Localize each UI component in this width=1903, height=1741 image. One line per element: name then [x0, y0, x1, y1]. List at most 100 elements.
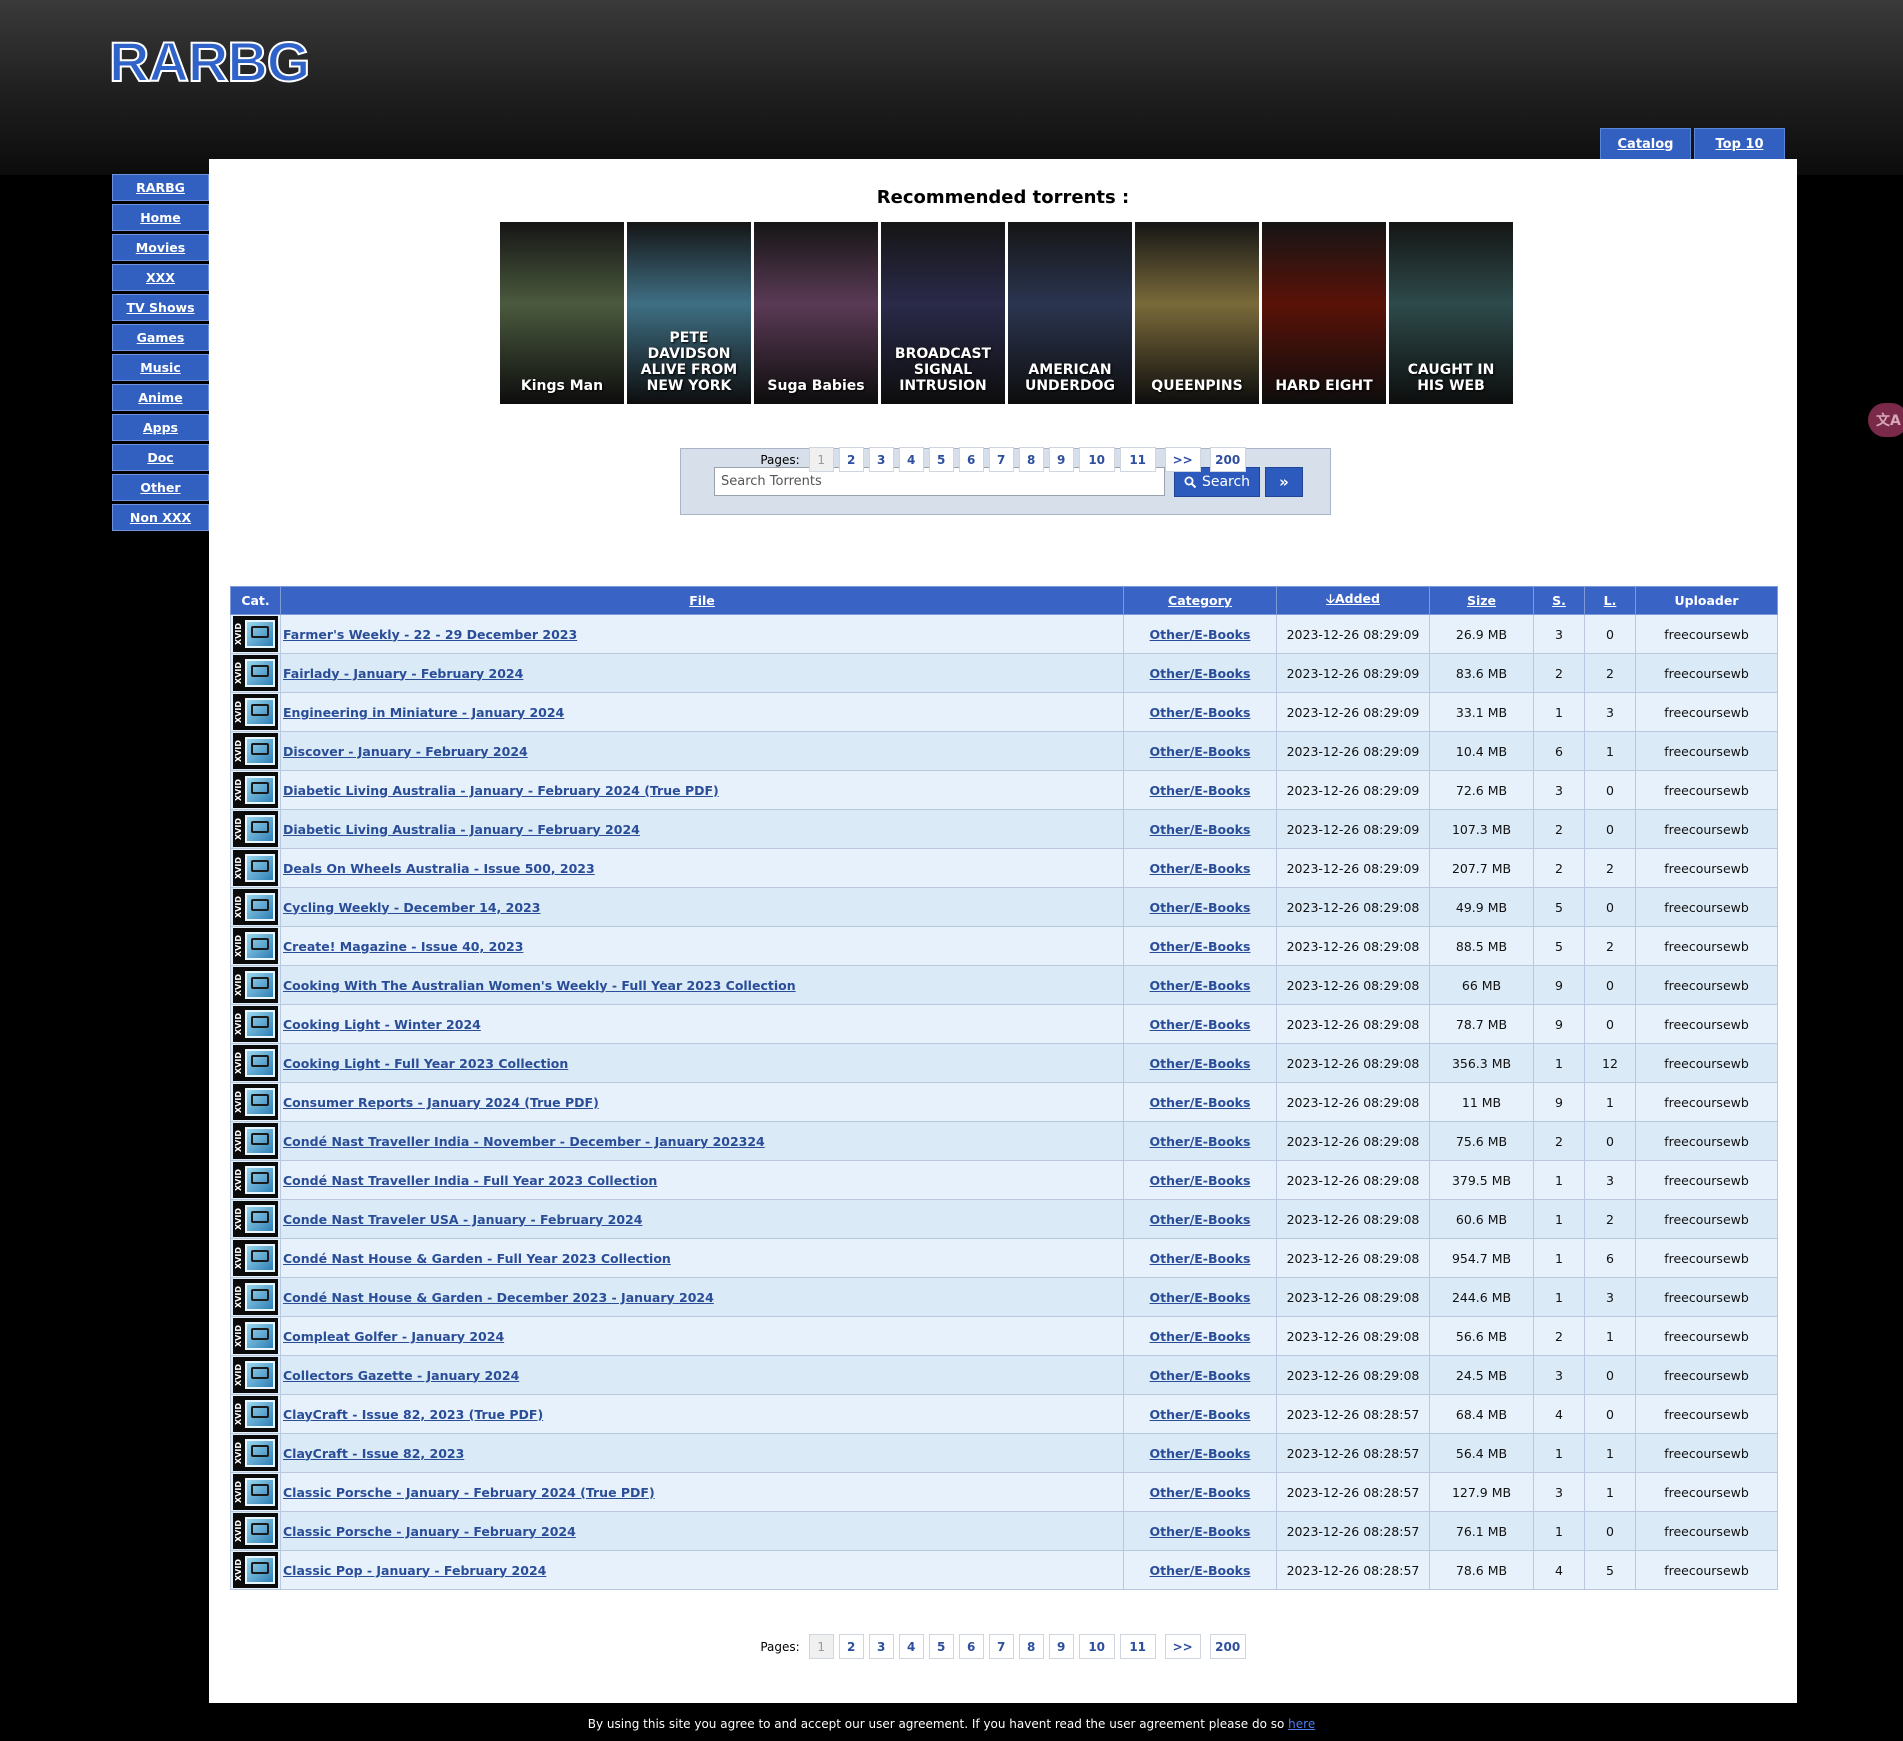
recommended-poster[interactable]: QUEENPINS: [1135, 222, 1259, 404]
torrent-link[interactable]: Cooking Light - Full Year 2023 Collectio…: [283, 1056, 568, 1071]
page-link-7[interactable]: 7: [988, 1634, 1014, 1659]
recommended-poster[interactable]: Suga Babies: [754, 222, 878, 404]
category-link[interactable]: Other/E-Books: [1150, 1368, 1251, 1383]
page-link-3[interactable]: 3: [868, 1634, 894, 1659]
category-link[interactable]: Other/E-Books: [1150, 783, 1251, 798]
torrent-link[interactable]: Compleat Golfer - January 2024: [283, 1329, 504, 1344]
torrent-link[interactable]: Fairlady - January - February 2024: [283, 666, 523, 681]
category-link[interactable]: Other/E-Books: [1150, 1563, 1251, 1578]
torrent-link[interactable]: Conde Nast Traveler USA - January - Febr…: [283, 1212, 642, 1227]
page-link-4[interactable]: 4: [898, 447, 924, 472]
category-link[interactable]: Other/E-Books: [1150, 1056, 1251, 1071]
category-link[interactable]: Other/E-Books: [1150, 978, 1251, 993]
recommended-poster[interactable]: BROADCAST SIGNAL INTRUSION: [881, 222, 1005, 404]
site-logo[interactable]: RARBG: [108, 29, 311, 94]
category-link[interactable]: Other/E-Books: [1150, 1095, 1251, 1110]
torrent-link[interactable]: Engineering in Miniature - January 2024: [283, 705, 564, 720]
torrent-link[interactable]: Collectors Gazette - January 2024: [283, 1368, 519, 1383]
category-link[interactable]: Other/E-Books: [1150, 1173, 1251, 1188]
category-link[interactable]: Other/E-Books: [1150, 1212, 1251, 1227]
page-link-10[interactable]: 10: [1078, 447, 1115, 472]
sidebar-item-rarbg[interactable]: RARBG: [112, 174, 209, 201]
category-link[interactable]: Other/E-Books: [1150, 705, 1251, 720]
xvid-category-icon[interactable]: XVID: [233, 694, 278, 730]
xvid-category-icon[interactable]: XVID: [233, 967, 278, 1003]
torrent-link[interactable]: ClayCraft - Issue 82, 2023 (True PDF): [283, 1407, 543, 1422]
recommended-poster[interactable]: PETE DAVIDSON ALIVE FROM NEW YORK: [627, 222, 751, 404]
footer-agreement-link[interactable]: here: [1288, 1717, 1315, 1731]
page-link-9[interactable]: 9: [1048, 447, 1074, 472]
category-link[interactable]: Other/E-Books: [1150, 627, 1251, 642]
category-link[interactable]: Other/E-Books: [1150, 1251, 1251, 1266]
xvid-category-icon[interactable]: XVID: [233, 1396, 278, 1432]
xvid-category-icon[interactable]: XVID: [233, 1240, 278, 1276]
page-link-5[interactable]: 5: [928, 447, 954, 472]
recommended-poster[interactable]: AMERICAN UNDERDOG: [1008, 222, 1132, 404]
category-link[interactable]: Other/E-Books: [1150, 1017, 1251, 1032]
page-next-link[interactable]: >>: [1164, 1634, 1201, 1659]
category-link[interactable]: Other/E-Books: [1150, 1329, 1251, 1344]
column-header-leechers[interactable]: L.: [1584, 586, 1636, 615]
torrent-link[interactable]: Classic Porsche - January - February 202…: [283, 1485, 655, 1500]
torrent-link[interactable]: Deals On Wheels Australia - Issue 500, 2…: [283, 861, 595, 876]
page-last-link[interactable]: 200: [1209, 447, 1246, 472]
xvid-category-icon[interactable]: XVID: [233, 1006, 278, 1042]
xvid-category-icon[interactable]: XVID: [233, 1357, 278, 1393]
xvid-category-icon[interactable]: XVID: [233, 655, 278, 691]
torrent-link[interactable]: Cooking With The Australian Women's Week…: [283, 978, 796, 993]
xvid-category-icon[interactable]: XVID: [233, 1045, 278, 1081]
sidebar-item-doc[interactable]: Doc: [112, 444, 209, 471]
xvid-category-icon[interactable]: XVID: [233, 616, 278, 652]
column-header-category[interactable]: Category: [1123, 586, 1277, 615]
torrent-link[interactable]: ClayCraft - Issue 82, 2023: [283, 1446, 464, 1461]
column-header-seeders[interactable]: S.: [1533, 586, 1585, 615]
page-next-link[interactable]: >>: [1164, 447, 1201, 472]
page-last-link[interactable]: 200: [1209, 1634, 1246, 1659]
page-link-7[interactable]: 7: [988, 447, 1014, 472]
category-link[interactable]: Other/E-Books: [1150, 1134, 1251, 1149]
page-link-5[interactable]: 5: [928, 1634, 954, 1659]
xvid-category-icon[interactable]: XVID: [233, 1201, 278, 1237]
xvid-category-icon[interactable]: XVID: [233, 1552, 278, 1588]
category-link[interactable]: Other/E-Books: [1150, 1485, 1251, 1500]
column-header-file[interactable]: File: [280, 586, 1124, 615]
sidebar-item-xxx[interactable]: XXX: [112, 264, 209, 291]
xvid-category-icon[interactable]: XVID: [233, 1318, 278, 1354]
category-link[interactable]: Other/E-Books: [1150, 1524, 1251, 1539]
xvid-category-icon[interactable]: XVID: [233, 733, 278, 769]
sidebar-item-tv-shows[interactable]: TV Shows: [112, 294, 209, 321]
page-link-9[interactable]: 9: [1048, 1634, 1074, 1659]
category-link[interactable]: Other/E-Books: [1150, 822, 1251, 837]
torrent-link[interactable]: Farmer's Weekly - 22 - 29 December 2023: [283, 627, 577, 642]
xvid-category-icon[interactable]: XVID: [233, 1513, 278, 1549]
sidebar-item-music[interactable]: Music: [112, 354, 209, 381]
category-link[interactable]: Other/E-Books: [1150, 1407, 1251, 1422]
xvid-category-icon[interactable]: XVID: [233, 1084, 278, 1120]
torrent-link[interactable]: Diabetic Living Australia - January - Fe…: [283, 822, 640, 837]
torrent-link[interactable]: Create! Magazine - Issue 40, 2023: [283, 939, 523, 954]
category-link[interactable]: Other/E-Books: [1150, 666, 1251, 681]
page-link-10[interactable]: 10: [1078, 1634, 1115, 1659]
sidebar-item-anime[interactable]: Anime: [112, 384, 209, 411]
xvid-category-icon[interactable]: XVID: [233, 1279, 278, 1315]
sidebar-item-apps[interactable]: Apps: [112, 414, 209, 441]
torrent-link[interactable]: Discover - January - February 2024: [283, 744, 528, 759]
page-link-6[interactable]: 6: [958, 1634, 984, 1659]
column-header-added[interactable]: 🡣Added: [1276, 586, 1430, 615]
column-header-size[interactable]: Size: [1429, 586, 1534, 615]
translate-widget[interactable]: 文A: [1868, 403, 1903, 437]
torrent-link[interactable]: Condé Nast Traveller India - Full Year 2…: [283, 1173, 657, 1188]
page-link-4[interactable]: 4: [898, 1634, 924, 1659]
page-link-6[interactable]: 6: [958, 447, 984, 472]
recommended-poster[interactable]: CAUGHT IN HIS WEB: [1389, 222, 1513, 404]
torrent-link[interactable]: Condé Nast House & Garden - Full Year 20…: [283, 1251, 671, 1266]
torrent-link[interactable]: Cooking Light - Winter 2024: [283, 1017, 481, 1032]
page-link-8[interactable]: 8: [1018, 447, 1044, 472]
category-link[interactable]: Other/E-Books: [1150, 1290, 1251, 1305]
tab-top-10[interactable]: Top 10: [1694, 128, 1785, 159]
sidebar-item-movies[interactable]: Movies: [112, 234, 209, 261]
xvid-category-icon[interactable]: XVID: [233, 772, 278, 808]
torrent-link[interactable]: Condé Nast House & Garden - December 202…: [283, 1290, 714, 1305]
xvid-category-icon[interactable]: XVID: [233, 928, 278, 964]
torrent-link[interactable]: Consumer Reports - January 2024 (True PD…: [283, 1095, 599, 1110]
